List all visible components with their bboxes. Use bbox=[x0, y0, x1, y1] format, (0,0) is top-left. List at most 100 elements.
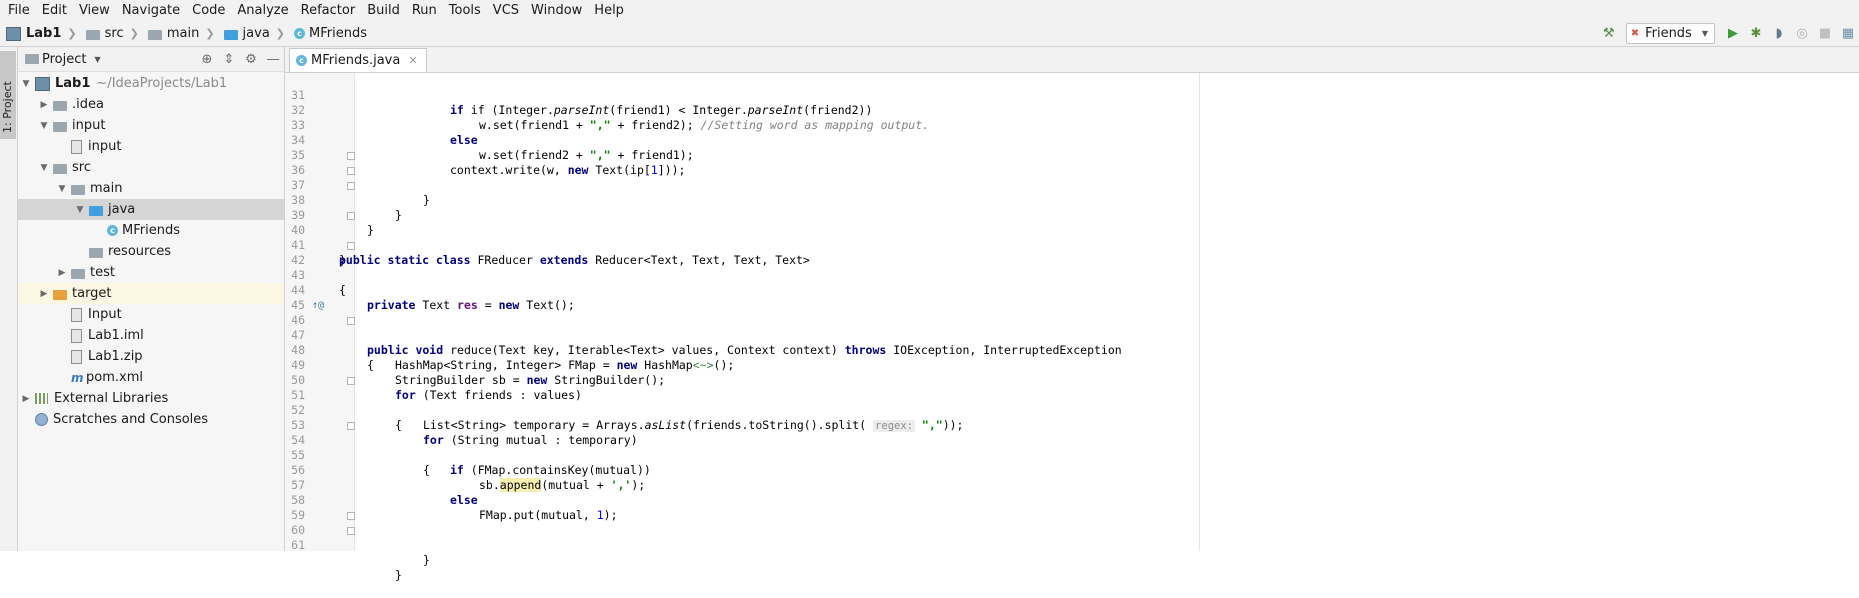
tree-item-label: Lab1.zip bbox=[88, 349, 143, 364]
tree-item-test[interactable]: ▶ test bbox=[18, 262, 284, 283]
chevron-down-icon[interactable]: ▼ bbox=[74, 205, 86, 215]
chevron-right-icon[interactable]: ▶ bbox=[38, 100, 50, 110]
code-editor[interactable]: 31 if if (Integer.parseInt(friend1) < In… bbox=[285, 73, 1859, 582]
gear-icon[interactable]: ⚙ bbox=[240, 52, 262, 67]
tab-label: MFriends.java bbox=[311, 53, 401, 68]
tab-mfriends-java[interactable]: c MFriends.java ✕ bbox=[289, 48, 427, 72]
code-line: 31 if if (Integer.parseInt(friend1) < In… bbox=[285, 73, 1859, 117]
locate-crosshair-icon[interactable]: ⊕ bbox=[196, 52, 218, 67]
tree-item-scratches[interactable]: Scratches and Consoles bbox=[18, 409, 284, 430]
build-hammer-icon[interactable]: ⚒ bbox=[1598, 23, 1620, 45]
menu-run[interactable]: Run bbox=[408, 0, 441, 21]
tree-item-input-file[interactable]: input bbox=[18, 136, 284, 157]
editor-pane: c MFriends.java ✕ 31 if if (Integer.pars… bbox=[285, 47, 1859, 582]
tree-item-label: main bbox=[90, 181, 123, 196]
stop-icon[interactable]: ■ bbox=[1814, 23, 1836, 45]
chevron-down-icon[interactable]: ▼ bbox=[38, 163, 50, 173]
coverage-icon[interactable]: ◗ bbox=[1768, 23, 1790, 45]
menu-file[interactable]: File bbox=[4, 0, 34, 21]
tree-item-src[interactable]: ▼ src bbox=[18, 157, 284, 178]
chevron-right-icon[interactable]: ▶ bbox=[56, 268, 68, 278]
project-panel: Project ▼ ⊕ ⇕ ⚙ — ▼ Lab1 ~/IdeaProjects/… bbox=[18, 47, 285, 551]
fold-marker-icon[interactable] bbox=[347, 422, 355, 430]
fold-marker-icon[interactable] bbox=[347, 182, 355, 190]
menu-vcs[interactable]: VCS bbox=[489, 0, 523, 21]
code-line: 34 w.set(friend2 + "," + friend1); bbox=[285, 118, 1859, 162]
run-play-icon[interactable]: ▶ bbox=[1722, 23, 1744, 45]
menu-code[interactable]: Code bbox=[188, 0, 229, 21]
tree-item-label: .idea bbox=[72, 97, 104, 112]
fold-marker-icon[interactable] bbox=[347, 152, 355, 160]
debug-bug-icon[interactable]: ✱ bbox=[1745, 23, 1767, 45]
fold-marker-icon[interactable] bbox=[347, 317, 355, 325]
tree-item-lab1-iml[interactable]: Lab1.iml bbox=[18, 325, 284, 346]
tree-item-pom-xml[interactable]: m pom.xml bbox=[18, 367, 284, 388]
fold-marker-icon[interactable] bbox=[347, 242, 355, 250]
tree-item-java[interactable]: ▼ java bbox=[18, 199, 284, 220]
breadcrumb-java[interactable]: java ❯ bbox=[218, 26, 288, 41]
menu-analyze[interactable]: Analyze bbox=[233, 0, 292, 21]
project-tool-tab[interactable]: 1: Project bbox=[0, 51, 16, 139]
archive-file-icon bbox=[71, 349, 82, 364]
fold-marker-icon[interactable] bbox=[347, 377, 355, 385]
tree-item-target[interactable]: ▶ target bbox=[18, 283, 284, 304]
project-tool-tab-label: 1: Project bbox=[1, 81, 14, 133]
tree-item-mfriends[interactable]: c MFriends bbox=[18, 220, 284, 241]
profile-icon[interactable]: ◎ bbox=[1791, 23, 1813, 45]
menu-navigate[interactable]: Navigate bbox=[118, 0, 184, 21]
scratches-icon bbox=[35, 413, 48, 426]
project-folder-icon bbox=[6, 26, 21, 41]
folder-icon bbox=[85, 29, 100, 40]
override-marker-icon[interactable]: ↑@ bbox=[312, 298, 324, 313]
tree-item-resources[interactable]: resources bbox=[18, 241, 284, 262]
project-view-selector[interactable]: Project bbox=[42, 52, 86, 67]
menu-refactor[interactable]: Refactor bbox=[297, 0, 360, 21]
tree-item-input-root-file[interactable]: Input bbox=[18, 304, 284, 325]
chevron-down-icon[interactable]: ▼ bbox=[94, 55, 100, 64]
menu-edit[interactable]: Edit bbox=[38, 0, 71, 21]
breadcrumb-project[interactable]: Lab1 ❯ bbox=[0, 26, 80, 41]
fold-marker-icon[interactable] bbox=[347, 212, 355, 220]
menu-build[interactable]: Build bbox=[363, 0, 404, 21]
code-line: 54 { bbox=[285, 418, 1859, 477]
tree-item-label: pom.xml bbox=[86, 370, 143, 385]
chevron-right-icon: ❯ bbox=[205, 27, 215, 40]
minimize-icon[interactable]: — bbox=[262, 52, 284, 67]
breadcrumb-src[interactable]: src ❯ bbox=[80, 26, 142, 41]
code-line: 58 FMap.put(mutual, 1); bbox=[285, 478, 1859, 522]
tree-item-lab1-zip[interactable]: Lab1.zip bbox=[18, 346, 284, 367]
file-icon bbox=[71, 307, 82, 322]
folder-icon bbox=[71, 184, 85, 195]
menu-tools[interactable]: Tools bbox=[445, 0, 485, 21]
tree-item-lab1[interactable]: ▼ Lab1 ~/IdeaProjects/Lab1 bbox=[18, 73, 284, 94]
fold-marker-icon[interactable] bbox=[347, 167, 355, 175]
tree-item-label: src bbox=[72, 160, 91, 175]
chevron-right-icon[interactable]: ▶ bbox=[38, 289, 50, 299]
tree-item-external-libraries[interactable]: ▶ External Libraries bbox=[18, 388, 284, 409]
tree-item-idea[interactable]: ▶ .idea bbox=[18, 94, 284, 115]
menu-help[interactable]: Help bbox=[590, 0, 628, 21]
fold-marker-icon[interactable] bbox=[347, 512, 355, 520]
tree-item-main[interactable]: ▼ main bbox=[18, 178, 284, 199]
chevron-down-icon[interactable]: ▼ bbox=[20, 79, 32, 89]
chevron-right-icon: ❯ bbox=[129, 27, 139, 40]
breadcrumb-class[interactable]: c MFriends bbox=[288, 26, 370, 41]
chevron-down-icon[interactable]: ▼ bbox=[56, 184, 68, 194]
menu-bar: File Edit View Navigate Code Analyze Ref… bbox=[0, 0, 1859, 21]
menu-view[interactable]: View bbox=[75, 0, 114, 21]
fold-marker-icon[interactable] bbox=[347, 527, 355, 535]
breadcrumb-main[interactable]: main ❯ bbox=[142, 26, 218, 41]
project-structure-icon[interactable]: ▦ bbox=[1837, 23, 1859, 45]
chevron-right-icon[interactable]: ▶ bbox=[20, 394, 32, 404]
run-configuration-selector[interactable]: ✖ Friends ▼ bbox=[1625, 23, 1715, 44]
collapse-all-icon[interactable]: ⇕ bbox=[218, 52, 240, 67]
breadcrumb-label: java bbox=[242, 26, 270, 41]
chevron-down-icon[interactable]: ▼ bbox=[38, 121, 50, 131]
code-line: 59 bbox=[285, 493, 1859, 522]
code-line: 42 { bbox=[285, 238, 1859, 297]
menu-window[interactable]: Window bbox=[527, 0, 586, 21]
tree-item-label: Lab1 bbox=[55, 76, 91, 91]
tree-item-input-folder[interactable]: ▼ input bbox=[18, 115, 284, 136]
close-icon[interactable]: ✕ bbox=[408, 54, 417, 67]
code-line: 60 } bbox=[285, 508, 1859, 567]
